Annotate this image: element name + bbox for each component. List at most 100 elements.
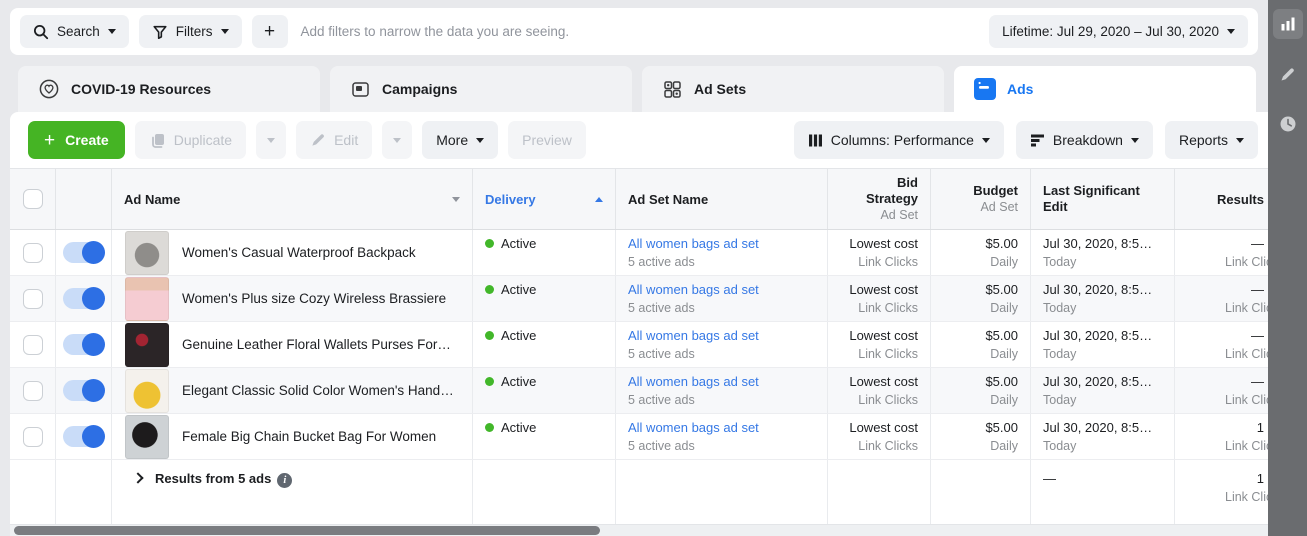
add-filter-button[interactable]: + (252, 15, 288, 48)
chevron-right-icon[interactable] (132, 472, 143, 483)
row-select-cell (10, 322, 56, 367)
ad-toggle[interactable] (63, 288, 104, 309)
edit-options-button[interactable] (382, 121, 412, 159)
row-checkbox[interactable] (23, 427, 43, 447)
row-select-cell (10, 414, 56, 459)
tab-label: Ads (1007, 81, 1033, 97)
summary-label: Results from 5 ads (155, 471, 271, 486)
funnel-icon (152, 24, 168, 40)
column-header-bid-strategy[interactable]: Bid Strategy Ad Set (828, 169, 931, 229)
plus-icon: + (44, 131, 55, 150)
ad-thumbnail (125, 231, 169, 275)
last-edit-cell: Jul 30, 2020, 8:5…Today (1031, 368, 1175, 413)
more-button[interactable]: More (422, 121, 498, 159)
results-cell: —Link Click… (1175, 368, 1268, 413)
horizontal-scrollbar-thumb[interactable] (14, 526, 600, 535)
breakdown-dropdown[interactable]: Breakdown (1016, 121, 1153, 159)
charts-panel-button[interactable] (1273, 9, 1303, 39)
ad-name-cell: Elegant Classic Solid Color Women's Hand… (112, 368, 473, 413)
ad-name[interactable]: Women's Casual Waterproof Backpack (182, 243, 416, 262)
ad-set-link[interactable]: All women bags ad set (628, 418, 815, 437)
tab-ads[interactable]: Ads (954, 66, 1256, 112)
ad-name[interactable]: Women's Plus size Cozy Wireless Brassier… (182, 289, 446, 308)
tab-covid19-resources[interactable]: COVID-19 Resources (18, 66, 320, 112)
ad-thumbnail (125, 369, 169, 413)
active-status-dot (485, 239, 494, 248)
ad-toggle[interactable] (63, 334, 104, 355)
search-icon (33, 24, 49, 40)
summary-label-cell: Results from 5 ads i (112, 460, 473, 524)
columns-icon (808, 133, 823, 148)
ad-toggle[interactable] (63, 426, 104, 447)
table-row: Genuine Leather Floral Wallets Purses Fo… (10, 322, 1268, 368)
active-status-dot (485, 285, 494, 294)
edit-panel-button[interactable] (1273, 59, 1303, 89)
ad-sets-grid-icon (662, 79, 683, 100)
ad-set-cell: All women bags ad set5 active ads (616, 322, 828, 367)
column-header-budget[interactable]: Budget Ad Set (931, 169, 1031, 229)
info-icon[interactable]: i (277, 473, 292, 488)
search-dropdown[interactable]: Search (20, 15, 129, 48)
row-checkbox[interactable] (23, 335, 43, 355)
results-cell: —Link Click… (1175, 230, 1268, 275)
delivery-cell: Active (473, 276, 616, 321)
budget-cell: $5.00Daily (931, 368, 1031, 413)
row-toggle-cell (56, 368, 112, 413)
ad-set-link[interactable]: All women bags ad set (628, 326, 815, 345)
table-row: Elegant Classic Solid Color Women's Hand… (10, 368, 1268, 414)
ad-set-link[interactable]: All women bags ad set (628, 234, 815, 253)
search-label: Search (57, 24, 100, 39)
summary-empty-cell (10, 460, 56, 524)
ad-toggle[interactable] (63, 380, 104, 401)
column-header-ad-set-name[interactable]: Ad Set Name (616, 169, 828, 229)
preview-button[interactable]: Preview (508, 121, 586, 159)
campaigns-folder-icon (350, 79, 371, 100)
sort-up-icon[interactable] (595, 197, 603, 202)
duplicate-options-button[interactable] (256, 121, 286, 159)
ad-toggle[interactable] (63, 242, 104, 263)
bar-chart-icon (1280, 16, 1296, 32)
select-all-checkbox[interactable] (23, 189, 43, 209)
column-header-last-significant-edit[interactable]: Last Significant Edit (1031, 169, 1175, 229)
sort-down-icon[interactable] (452, 197, 460, 202)
ad-set-link[interactable]: All women bags ad set (628, 372, 815, 391)
create-button[interactable]: + Create (28, 121, 125, 159)
filter-bar: Search Filters + Add filters to narrow t… (10, 8, 1258, 55)
summary-ad-set-cell (616, 460, 828, 524)
history-panel-button[interactable] (1273, 109, 1303, 139)
tab-campaigns[interactable]: Campaigns (330, 66, 632, 112)
date-range-dropdown[interactable]: Lifetime: Jul 29, 2020 – Jul 30, 2020 (989, 15, 1248, 48)
chevron-down-icon (267, 138, 275, 143)
ads-table-panel: + Create Duplicate Edit More Preview (10, 112, 1268, 536)
ad-name[interactable]: Female Big Chain Bucket Bag For Women (182, 427, 436, 446)
active-status-dot (485, 423, 494, 432)
ad-thumbnail (125, 277, 169, 321)
edit-button[interactable]: Edit (296, 121, 372, 159)
filters-dropdown[interactable]: Filters (139, 15, 242, 48)
row-toggle-cell (56, 414, 112, 459)
ad-name[interactable]: Genuine Leather Floral Wallets Purses Fo… (182, 335, 451, 354)
ad-name[interactable]: Elegant Classic Solid Color Women's Hand… (182, 381, 454, 400)
column-header-results[interactable]: Results (1175, 169, 1268, 229)
results-cell: —Link Click… (1175, 322, 1268, 367)
row-toggle-cell (56, 276, 112, 321)
tab-ad-sets[interactable]: Ad Sets (642, 66, 944, 112)
delivery-cell: Active (473, 322, 616, 367)
toggle-knob (82, 333, 105, 356)
ad-set-link[interactable]: All women bags ad set (628, 280, 815, 299)
column-header-ad-name[interactable]: Ad Name (112, 169, 473, 229)
column-header-delivery[interactable]: Delivery (473, 169, 616, 229)
row-checkbox[interactable] (23, 381, 43, 401)
budget-cell: $5.00Daily (931, 322, 1031, 367)
columns-dropdown[interactable]: Columns: Performance (794, 121, 1004, 159)
bid-strategy-cell: Lowest costLink Clicks (828, 230, 931, 275)
duplicate-button[interactable]: Duplicate (135, 121, 246, 159)
table-row: Women's Casual Waterproof Backpack Activ… (10, 230, 1268, 276)
row-checkbox[interactable] (23, 289, 43, 309)
toggle-knob (82, 425, 105, 448)
row-toggle-cell (56, 322, 112, 367)
right-toolbar-rail (1268, 0, 1307, 536)
toggle-knob (82, 287, 105, 310)
row-checkbox[interactable] (23, 243, 43, 263)
reports-dropdown[interactable]: Reports (1165, 121, 1258, 159)
